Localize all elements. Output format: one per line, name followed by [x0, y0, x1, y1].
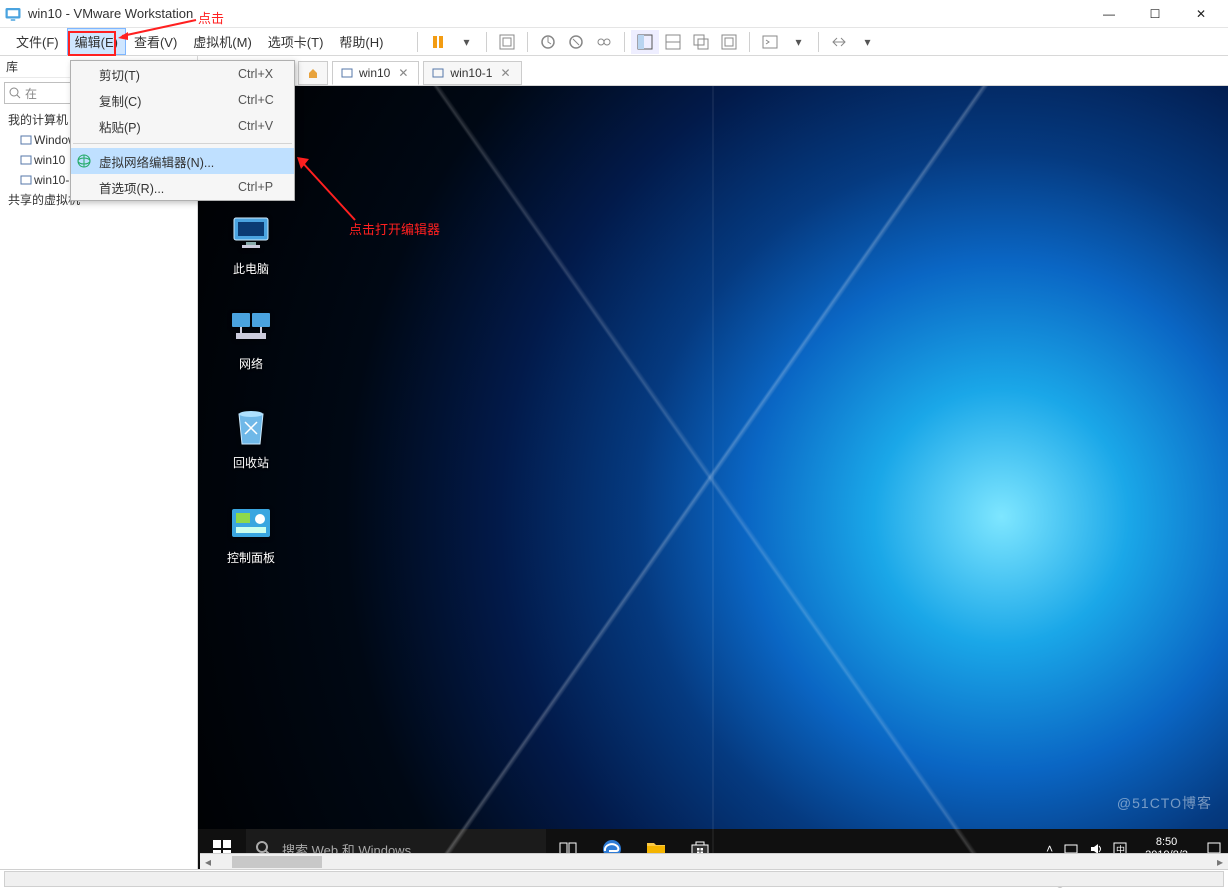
watermark: @51CTO博客	[1117, 793, 1212, 813]
edit-menu-dropdown: 剪切(T) Ctrl+X 复制(C) Ctrl+C 粘贴(P) Ctrl+V 虚…	[70, 60, 295, 201]
desktop-icon-controlpanel[interactable]: 控制面板	[216, 505, 286, 566]
scroll-right-icon[interactable]: ▸	[1212, 855, 1228, 869]
menu-file[interactable]: 文件(F)	[8, 28, 67, 55]
tab-strip: win10 ✕ win10-1 ✕	[198, 56, 1228, 86]
annotation-text-open-editor: 点击打开编辑器	[349, 219, 440, 238]
view-single-icon[interactable]	[631, 30, 659, 54]
close-button[interactable]: ✕	[1178, 0, 1224, 28]
view-fullscreen-icon[interactable]	[715, 30, 743, 54]
dropdown2-icon[interactable]: ▾	[784, 30, 812, 54]
menu-edit[interactable]: 编辑(E)	[67, 28, 126, 55]
suspend-icon[interactable]	[424, 30, 452, 54]
controlpanel-icon	[230, 505, 272, 543]
menu-item-virtual-network-editor[interactable]: 虚拟网络编辑器(N)...	[71, 148, 294, 174]
console-icon[interactable]	[756, 30, 784, 54]
scroll-thumb[interactable]	[232, 856, 322, 868]
dropdown-icon[interactable]: ▾	[452, 30, 480, 54]
monitor-icon	[230, 216, 272, 254]
menu-view[interactable]: 查看(V)	[126, 28, 185, 55]
menu-vm[interactable]: 虚拟机(M)	[185, 28, 260, 55]
menu-tabs[interactable]: 选项卡(T)	[260, 28, 332, 55]
menu-item-copy[interactable]: 复制(C) Ctrl+C	[71, 87, 294, 113]
window-title: win10 - VMware Workstation	[28, 6, 1086, 21]
tab-win10-1-label: win10-1	[450, 66, 492, 80]
view-unity-icon[interactable]	[687, 30, 715, 54]
guest-desktop[interactable]: 此电脑 网络 回收站 控制面板	[198, 86, 1228, 869]
annotation-text-click: 点击	[198, 8, 224, 27]
desktop-icon-thispc[interactable]: 此电脑	[216, 216, 286, 277]
tab-win10[interactable]: win10 ✕	[332, 61, 419, 85]
globe-icon	[71, 154, 97, 168]
search-icon	[9, 87, 21, 99]
menu-bar: 文件(F) 编辑(E) 查看(V) 虚拟机(M) 选项卡(T) 帮助(H) ▾ …	[0, 28, 1228, 56]
vm-icon	[432, 67, 444, 79]
minimize-button[interactable]: ―	[1086, 0, 1132, 28]
menu-item-cut[interactable]: 剪切(T) Ctrl+X	[71, 61, 294, 87]
snapshot-revert-icon[interactable]	[562, 30, 590, 54]
tab-win10-1[interactable]: win10-1 ✕	[423, 61, 521, 85]
snapshot-manage-icon[interactable]	[590, 30, 618, 54]
vmware-icon	[4, 5, 22, 23]
scroll-left-icon[interactable]: ◂	[200, 855, 216, 869]
library-title: 库	[6, 58, 18, 75]
menu-item-preferences[interactable]: 首选项(R)... Ctrl+P	[71, 174, 294, 200]
vm-icon	[341, 67, 353, 79]
desktop-icon-recyclebin[interactable]: 回收站	[216, 406, 286, 471]
menu-help[interactable]: 帮助(H)	[331, 28, 391, 55]
library-search-placeholder: 在	[25, 85, 37, 102]
dropdown3-icon[interactable]: ▾	[853, 30, 881, 54]
snapshot-take-icon[interactable]	[534, 30, 562, 54]
view-console-icon[interactable]	[659, 30, 687, 54]
network-icon	[230, 311, 272, 349]
tab-home[interactable]	[298, 61, 328, 85]
title-bar: win10 - VMware Workstation ― ☐ ✕	[0, 0, 1228, 28]
tab-win10-1-close-icon[interactable]: ✕	[498, 66, 512, 80]
content-scrollbar-horizontal[interactable]: ◂ ▸	[200, 853, 1228, 869]
desktop-icon-network[interactable]: 网络	[216, 311, 286, 372]
content-area: win10 ✕ win10-1 ✕ 此电脑 网络	[198, 56, 1228, 869]
stretch-icon[interactable]	[825, 30, 853, 54]
home-icon	[307, 67, 319, 79]
tab-win10-close-icon[interactable]: ✕	[396, 66, 410, 80]
menu-item-paste[interactable]: 粘贴(P) Ctrl+V	[71, 113, 294, 139]
recyclebin-icon	[231, 406, 271, 448]
tab-win10-label: win10	[359, 66, 390, 80]
send-cad-icon[interactable]	[493, 30, 521, 54]
maximize-button[interactable]: ☐	[1132, 0, 1178, 28]
menu-separator	[73, 143, 292, 144]
